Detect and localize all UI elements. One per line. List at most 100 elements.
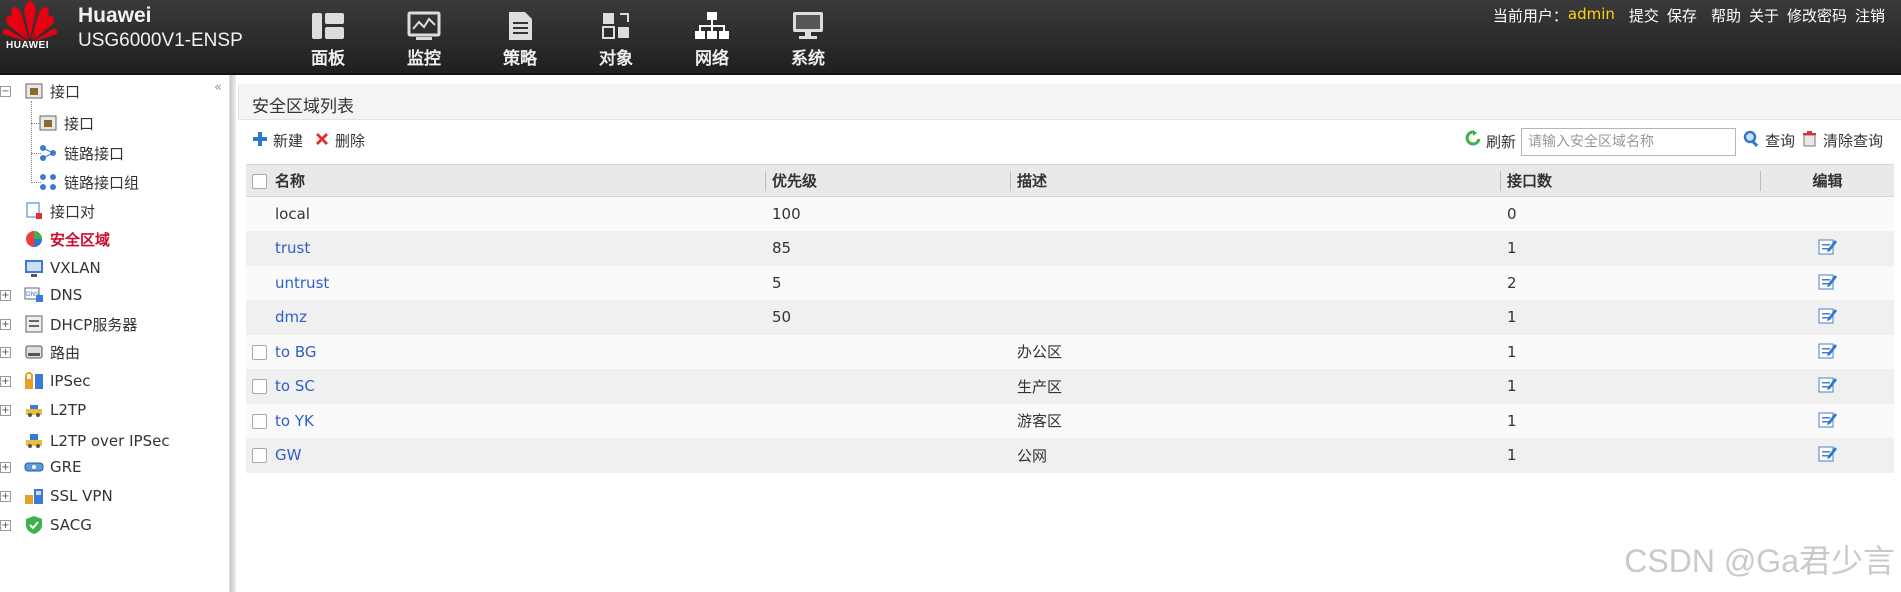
edit-icon[interactable] (1818, 341, 1838, 359)
about-link[interactable]: 关于 (1749, 5, 1779, 26)
edit-icon[interactable] (1818, 306, 1838, 324)
sidebar-item-interface-sub[interactable]: 接口 (38, 110, 94, 136)
expand-node-icon[interactable]: + (0, 376, 11, 387)
huawei-logo: HUAWEI (2, 0, 58, 58)
select-all-checkbox[interactable] (252, 174, 267, 189)
zone-name[interactable]: untrust (275, 274, 329, 292)
sslvpn-icon (24, 486, 44, 506)
query-button[interactable]: 查询 (1743, 130, 1795, 151)
change-password-link[interactable]: 修改密码 (1787, 5, 1847, 26)
row-checkbox[interactable] (252, 448, 267, 464)
zone-name[interactable]: trust (275, 239, 310, 257)
zone-name[interactable]: to SC (275, 377, 315, 395)
cell-interface-count: 1 (1501, 403, 1761, 438)
zone-name[interactable]: GW (275, 446, 301, 464)
help-link[interactable]: 帮助 (1711, 5, 1741, 26)
table-row[interactable]: dmz 50 1 (246, 300, 1894, 335)
sidebar-item-link-interface-group[interactable]: 链路接口组 (38, 169, 139, 195)
expand-node-icon[interactable]: + (0, 462, 11, 473)
save-link[interactable]: 保存 (1667, 5, 1697, 26)
sidebar-item-route[interactable]: 路由 (24, 339, 80, 365)
expand-node-icon[interactable]: + (0, 319, 11, 330)
sidebar-item-link-interface[interactable]: 链路接口 (38, 140, 124, 166)
clear-query-button[interactable]: 清除查询 (1801, 130, 1883, 151)
sidebar-item-ssl-vpn[interactable]: SSL VPN (24, 483, 113, 509)
nav-label: 监控 (407, 49, 441, 69)
table-row[interactable]: untrust 5 2 (246, 265, 1894, 300)
table-row[interactable]: GW 公网 1 (246, 438, 1894, 473)
main-nav: 面板 监控 策略 对象 网络 系统 (280, 0, 856, 75)
col-priority[interactable]: 优先级 (766, 164, 1011, 197)
row-checkbox[interactable] (252, 379, 267, 395)
cell-priority (766, 369, 1011, 404)
cell-interface-count: 2 (1501, 265, 1761, 300)
nav-policy[interactable]: 策略 (472, 0, 568, 75)
link-interface-icon (38, 143, 58, 163)
nav-monitor[interactable]: 监控 (376, 0, 472, 75)
refresh-button[interactable]: 刷新 (1465, 130, 1516, 152)
col-name[interactable]: 名称 (246, 164, 766, 197)
col-interface-count[interactable]: 接口数 (1501, 164, 1761, 197)
table-row[interactable]: to BG 办公区 1 (246, 334, 1894, 369)
cell-edit (1761, 196, 1894, 231)
sidebar-item-dns[interactable]: DNS DNS (24, 282, 82, 308)
cell-priority: 85 (766, 231, 1011, 266)
zone-search-input[interactable] (1521, 128, 1736, 156)
table-row[interactable]: to SC 生产区 1 (246, 369, 1894, 404)
expand-node-icon[interactable]: + (0, 290, 11, 301)
edit-icon[interactable] (1818, 272, 1838, 290)
nav-dashboard[interactable]: 面板 (280, 0, 376, 75)
zone-name: local (275, 205, 310, 223)
expand-node-icon[interactable]: + (0, 520, 11, 531)
sidebar-item-label: DHCP服务器 (50, 315, 138, 334)
col-description-label: 描述 (1017, 172, 1048, 190)
sidebar-item-vxlan[interactable]: VXLAN (24, 255, 101, 281)
nav-system[interactable]: 系统 (760, 0, 856, 75)
edit-icon[interactable] (1818, 410, 1838, 428)
delete-label: 删除 (335, 132, 366, 150)
edit-icon[interactable] (1818, 375, 1838, 393)
sidebar-item-ipsec[interactable]: IPSec (24, 368, 90, 394)
logout-link[interactable]: 注销 (1855, 5, 1885, 26)
expand-node-icon[interactable]: + (0, 491, 11, 502)
table-row[interactable]: to YK 游客区 1 (246, 403, 1894, 438)
col-name-label: 名称 (275, 172, 306, 190)
sidebar-item-gre[interactable]: GRE (24, 454, 82, 480)
watermark: CSDN @Ga君少言 (1624, 543, 1895, 579)
sidebar-item-label: 安全区域 (50, 230, 111, 249)
monitor-icon (407, 11, 441, 40)
sidebar-item-l2tp[interactable]: L2TP (24, 397, 86, 423)
nav-network[interactable]: 网络 (664, 0, 760, 75)
table-header-row: 名称 优先级 描述 接口数 编辑 (246, 164, 1894, 197)
sidebar-item-interface[interactable]: 接口 (24, 78, 80, 104)
edit-icon[interactable] (1818, 444, 1838, 462)
collapse-sidebar-icon[interactable]: « (214, 80, 222, 95)
sidebar-item-dhcp[interactable]: DHCP服务器 (24, 311, 137, 337)
zone-name[interactable]: to BG (275, 343, 316, 361)
table-row[interactable]: local 100 0 (246, 196, 1894, 231)
sidebar-splitter[interactable] (230, 75, 236, 592)
zone-name[interactable]: to YK (275, 412, 314, 430)
row-checkbox[interactable] (252, 413, 267, 429)
expand-node-icon[interactable]: + (0, 405, 11, 416)
delete-button[interactable]: 删除 (314, 130, 365, 151)
edit-icon[interactable] (1818, 237, 1838, 255)
collapse-node-icon[interactable]: − (0, 86, 11, 97)
nav-label: 系统 (791, 49, 825, 69)
submit-link[interactable]: 提交 (1629, 5, 1659, 26)
current-user[interactable]: admin (1568, 5, 1615, 26)
sidebar-item-l2tp-over-ipsec[interactable]: L2TP over IPSec (24, 428, 170, 454)
l2tp-icon (24, 400, 44, 420)
table-row[interactable]: trust 85 1 (246, 231, 1894, 266)
col-description[interactable]: 描述 (1011, 164, 1501, 197)
sidebar-item-security-zone[interactable]: 安全区域 (24, 226, 110, 252)
nav-object[interactable]: 对象 (568, 0, 664, 75)
dhcp-icon (24, 314, 44, 334)
sidebar-item-interface-pair[interactable]: 接口对 (24, 198, 95, 224)
sidebar-item-label: VXLAN (50, 259, 101, 277)
expand-node-icon[interactable]: + (0, 347, 11, 358)
sidebar-item-sacg[interactable]: SACG (24, 512, 92, 538)
row-checkbox[interactable] (252, 344, 267, 360)
new-button[interactable]: 新建 (252, 130, 303, 151)
zone-name[interactable]: dmz (275, 308, 307, 326)
